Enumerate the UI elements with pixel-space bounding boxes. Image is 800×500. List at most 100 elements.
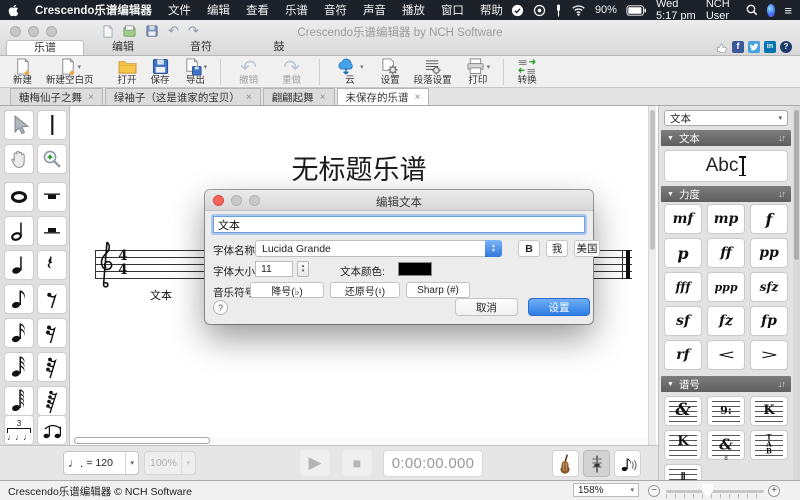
- toolbar-open-button[interactable]: 打开: [111, 56, 144, 88]
- zoom-slider-track[interactable]: [666, 490, 764, 493]
- checkmark-status-icon[interactable]: [511, 4, 524, 17]
- menu-notes[interactable]: 音符: [316, 2, 355, 18]
- dropdown-caret-icon[interactable]: ▾: [204, 63, 208, 71]
- dynamic-fz-button[interactable]: fz: [707, 306, 745, 336]
- dropdown-caret-icon[interactable]: ▾: [487, 63, 491, 71]
- notification-center-icon[interactable]: ≡: [784, 3, 792, 18]
- doc-tab-3[interactable]: 翩翩起舞×: [263, 88, 335, 105]
- half-rest-button[interactable]: [37, 216, 67, 246]
- dropdown-caret-icon[interactable]: ▾: [360, 63, 364, 71]
- sixteenth-rest-button[interactable]: [37, 318, 67, 348]
- diminuendo-hairpin-button[interactable]: >: [750, 340, 788, 370]
- dynamic-fp-button[interactable]: fp: [750, 306, 788, 336]
- symbol-category-select[interactable]: 文本 ▾: [664, 110, 788, 126]
- tool-status-icon[interactable]: [555, 4, 562, 17]
- dynamic-p-button[interactable]: p: [664, 238, 702, 268]
- stop-button[interactable]: ■: [342, 450, 372, 476]
- toolbar-print-button[interactable]: ▾ 打印: [459, 56, 498, 88]
- menu-app-name[interactable]: Crescendo乐谱编辑器: [27, 2, 160, 18]
- dynamic-ff-button[interactable]: ff: [707, 238, 745, 268]
- scrollbar-thumb[interactable]: [794, 110, 799, 260]
- triplet-button[interactable]: 3♩♩♩: [4, 415, 34, 445]
- dynamic-mf-button[interactable]: mf: [664, 204, 702, 234]
- doc-tab-1[interactable]: 糖梅仙子之舞×: [10, 88, 103, 105]
- menu-window[interactable]: 窗口: [433, 2, 472, 18]
- doc-tab-4-active[interactable]: 未保存的乐谱×: [337, 88, 430, 105]
- section-header-clefs[interactable]: ▼ 谱号 ↓↑: [661, 376, 791, 392]
- whole-rest-button[interactable]: [37, 182, 67, 212]
- tie-button[interactable]: [37, 415, 67, 445]
- speed-dropdown-caret-icon[interactable]: ▾: [181, 452, 190, 474]
- mixer-button[interactable]: [583, 450, 610, 477]
- whole-note-button[interactable]: [4, 182, 34, 212]
- zoom-level-select[interactable]: 158% ▾: [573, 483, 639, 497]
- italic-button[interactable]: 我: [546, 240, 568, 257]
- toolbar-new-button[interactable]: 新建: [6, 56, 39, 88]
- text-input[interactable]: [213, 216, 585, 233]
- facebook-icon[interactable]: f: [732, 41, 744, 53]
- reorder-arrows-icon[interactable]: ↓↑: [778, 189, 785, 199]
- close-tab-icon[interactable]: ×: [88, 92, 94, 103]
- bass-clef-button[interactable]: 9:: [707, 396, 745, 426]
- reorder-arrows-icon[interactable]: ↓↑: [778, 133, 785, 143]
- thirty-second-rest-button[interactable]: [37, 352, 67, 382]
- dropdown-caret-icon[interactable]: ▾: [78, 63, 82, 71]
- menu-play[interactable]: 播放: [394, 2, 433, 18]
- close-tab-icon[interactable]: ×: [246, 92, 252, 103]
- sixty-fourth-rest-button[interactable]: [37, 386, 67, 416]
- text-color-swatch[interactable]: [398, 262, 432, 276]
- note-sound-button[interactable]: [614, 450, 641, 477]
- underline-button[interactable]: 美国: [574, 240, 600, 257]
- dynamic-fff-button[interactable]: fff: [664, 272, 702, 302]
- quarter-rest-button[interactable]: [37, 250, 67, 280]
- section-header-text[interactable]: ▼ 文本 ↓↑: [661, 130, 791, 146]
- eighth-rest-button[interactable]: [37, 284, 67, 314]
- tab-clef-button[interactable]: TAB: [750, 430, 788, 460]
- tempo-dropdown-caret-icon[interactable]: ▾: [125, 452, 134, 474]
- sharp-symbol-button[interactable]: Sharp (#): [406, 282, 470, 298]
- zoom-in-button[interactable]: +: [768, 485, 780, 497]
- doc-tab-2[interactable]: 绿袖子（这是谁家的宝贝）×: [105, 88, 261, 105]
- like-icon[interactable]: [715, 40, 728, 53]
- scrollbar-thumb[interactable]: [650, 110, 655, 250]
- barline-tool-button[interactable]: [37, 110, 67, 140]
- font-name-select[interactable]: Lucida Grande ▴ ▾: [255, 240, 502, 257]
- sidebar-scrollbar[interactable]: [793, 106, 800, 480]
- crescendo-hairpin-button[interactable]: <: [707, 340, 745, 370]
- ribbon-tab-drums[interactable]: 鼓: [240, 40, 318, 55]
- help-badge-icon[interactable]: ?: [780, 41, 792, 53]
- toolbar-convert-button[interactable]: 转换: [510, 56, 544, 88]
- wifi-icon[interactable]: [571, 4, 586, 16]
- bold-button[interactable]: B: [518, 240, 540, 257]
- natural-symbol-button[interactable]: 还原号(♮): [330, 282, 400, 298]
- time-signature[interactable]: 4 4: [117, 249, 129, 277]
- ribbon-tab-score[interactable]: 乐谱: [6, 40, 84, 55]
- zoom-tool-button[interactable]: [37, 144, 67, 174]
- toolbar-redo-button[interactable]: ↷ 重做: [270, 56, 313, 88]
- canvas-vertical-scrollbar[interactable]: [648, 106, 656, 445]
- treble-clef-button[interactable]: &: [664, 396, 702, 426]
- menu-sound[interactable]: 声音: [355, 2, 394, 18]
- dynamic-sf-button[interactable]: sf: [664, 306, 702, 336]
- menu-view[interactable]: 查看: [238, 2, 277, 18]
- play-button[interactable]: ▶: [300, 450, 330, 476]
- dynamic-sfz-button[interactable]: sfz: [750, 272, 788, 302]
- toolbar-part-settings-button[interactable]: 段落设置: [407, 56, 459, 88]
- scrollbar-thumb[interactable]: [74, 437, 210, 444]
- ribbon-tab-edit[interactable]: 编辑: [84, 40, 162, 55]
- siri-icon[interactable]: [767, 4, 775, 17]
- dialog-help-button[interactable]: ?: [213, 300, 228, 315]
- close-tab-icon[interactable]: ×: [415, 92, 421, 103]
- linkedin-icon[interactable]: in: [764, 41, 776, 53]
- tenor-clef-button[interactable]: K: [664, 430, 702, 460]
- apple-menu[interactable]: [0, 4, 27, 17]
- canvas-horizontal-scrollbar[interactable]: [70, 437, 648, 445]
- treble-clef-8vb-button[interactable]: & 8: [707, 430, 745, 460]
- menu-user[interactable]: NCH User: [706, 0, 737, 22]
- toolbar-settings-button[interactable]: 设置: [374, 56, 407, 88]
- instrument-button[interactable]: [552, 450, 579, 477]
- insert-text-button[interactable]: Abc: [664, 150, 788, 182]
- tempo-control[interactable]: ♩. = 120 ▾: [63, 451, 139, 475]
- cancel-button[interactable]: 取消: [455, 298, 518, 316]
- toolbar-new-blank-page-button[interactable]: ▾ 新建空白页: [39, 56, 101, 88]
